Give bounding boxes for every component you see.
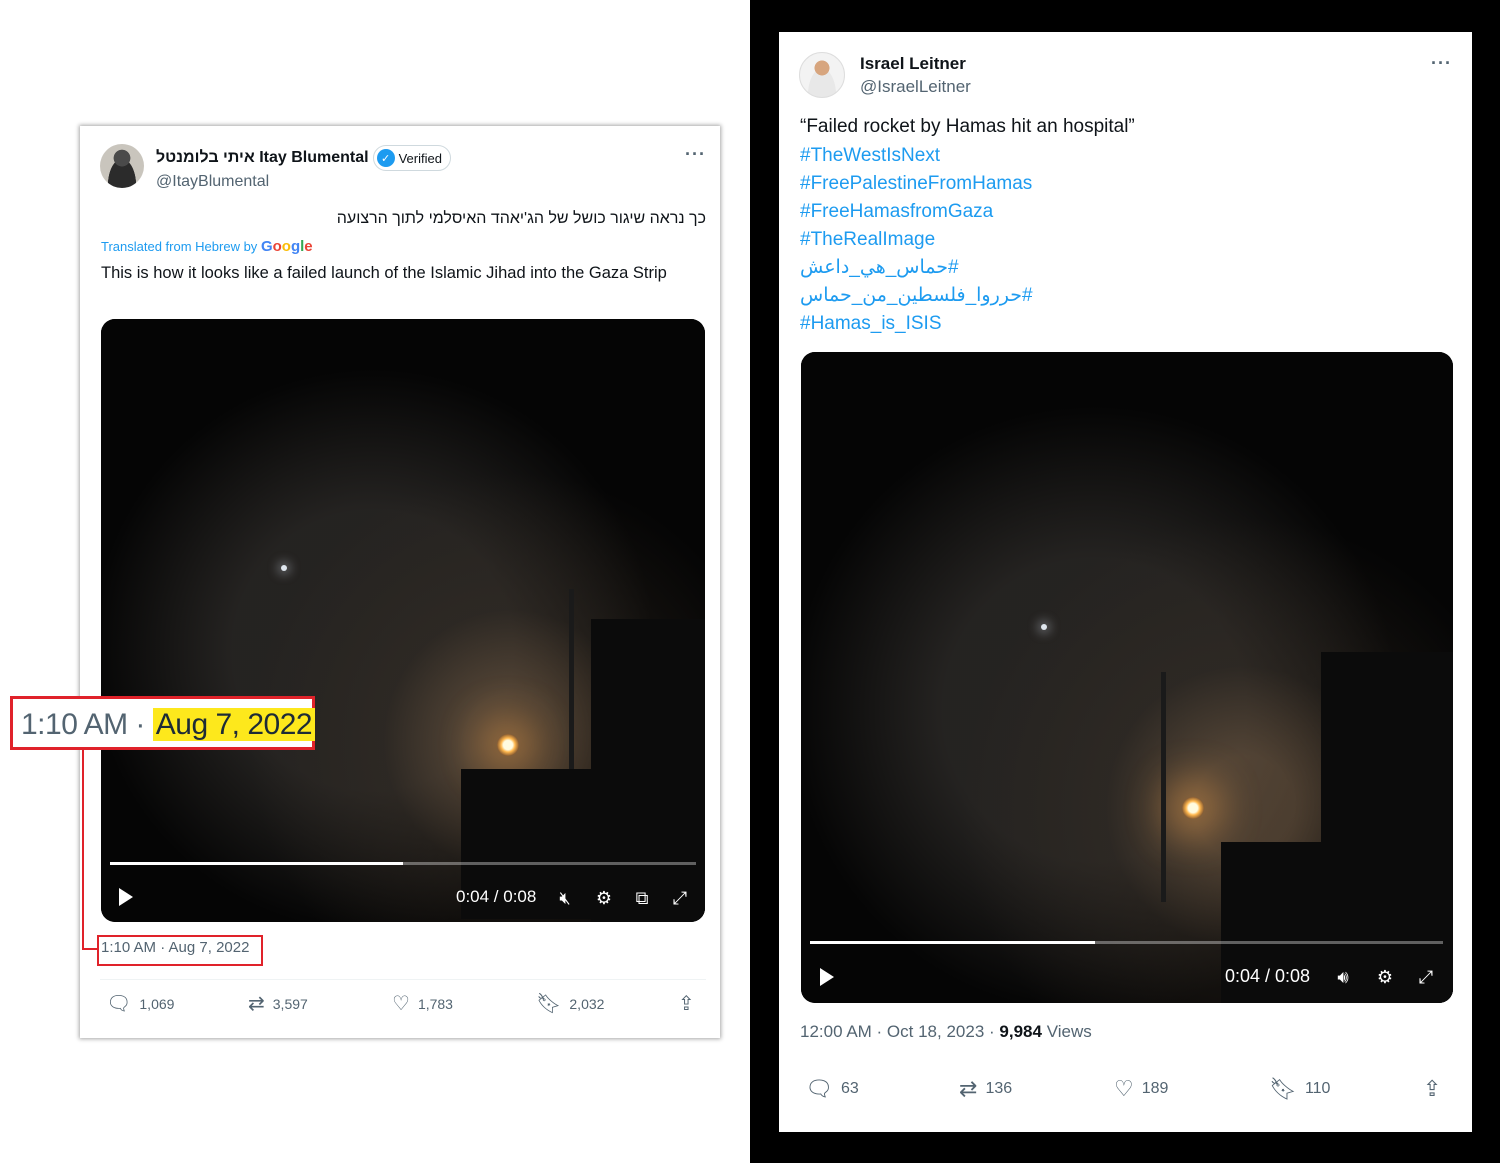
views-label: Views	[1046, 1022, 1092, 1041]
avatar[interactable]	[799, 52, 845, 98]
more-icon[interactable]: ···	[685, 144, 706, 165]
author-handle[interactable]: @ItayBlumental	[156, 173, 269, 191]
video-progress-fill	[810, 941, 1095, 944]
more-icon[interactable]: ···	[1431, 53, 1452, 74]
translation-attribution[interactable]: Translated from Hebrew by Google	[101, 238, 313, 255]
reply-icon: 🗨︎	[805, 1076, 833, 1101]
reply-icon: 🗨︎	[106, 993, 132, 1015]
tweet-timestamp[interactable]: 12:00 AM · Oct 18, 2023 ·	[800, 1022, 995, 1041]
pip-icon[interactable]: ⧉	[631, 888, 653, 908]
callout-time: 1:10 AM ·	[21, 708, 145, 741]
play-icon[interactable]	[119, 888, 133, 906]
play-icon[interactable]	[820, 968, 834, 986]
share-icon: ⇪	[678, 993, 695, 1015]
like-icon: ♡	[392, 993, 410, 1015]
video-progress-bar[interactable]	[810, 941, 1443, 944]
google-logo: Google	[260, 238, 313, 255]
video-flare	[1182, 797, 1204, 819]
author-name[interactable]: איתי בלומנטל Itay Blumental	[156, 149, 369, 167]
author-row: איתי בלומנטל Itay Blumental ✓ Verified	[156, 145, 451, 171]
video-player[interactable]: 0:04 / 0:08 🔊︎ ⚙︎ ⤢	[801, 352, 1453, 1003]
repost-button[interactable]: ⇄ 136	[959, 1076, 1013, 1101]
bookmark-button[interactable]: 🔖︎ 110	[1269, 1076, 1331, 1101]
bookmark-count: 2,032	[569, 996, 605, 1012]
timestamp-callout: 1:10 AM · Aug 7, 2022	[10, 696, 316, 750]
share-icon: ⇪	[1423, 1076, 1442, 1101]
video-progress-bar[interactable]	[110, 862, 696, 865]
reply-button[interactable]: 🗨︎ 1,069	[106, 994, 174, 1014]
fullscreen-icon[interactable]: ⤢	[669, 888, 691, 908]
hashtag-link[interactable]: #حرروا_فلسطين_من_حماس	[800, 282, 1033, 310]
share-button[interactable]: ⇪	[678, 994, 695, 1014]
hashtag-link[interactable]: #TheRealImage	[800, 226, 1033, 254]
video-building-dark	[1321, 652, 1453, 1003]
like-count: 1,783	[417, 996, 453, 1012]
hashtag-link[interactable]: #Hamas_is_ISIS	[800, 310, 1033, 338]
bookmark-count: 110	[1304, 1080, 1331, 1097]
divider	[100, 979, 706, 980]
repost-button[interactable]: ⇄ 3,597	[248, 994, 308, 1014]
author-name[interactable]: Israel Leitner	[860, 54, 966, 74]
hashtag-link[interactable]: #FreeHamasfromGaza	[800, 198, 1033, 226]
video-building-dark	[591, 619, 705, 922]
repost-icon: ⇄	[248, 993, 265, 1015]
translated-prefix: Translated from Hebrew by	[101, 239, 258, 254]
reply-count: 63	[840, 1080, 859, 1097]
verified-label: Verified	[398, 150, 442, 166]
bookmark-icon: 🔖︎	[536, 993, 562, 1015]
right-tweet-card: Israel Leitner @IsraelLeitner ··· “Faile…	[779, 32, 1472, 1132]
like-button[interactable]: ♡ 189	[1114, 1076, 1169, 1101]
avatar[interactable]	[100, 144, 144, 188]
repost-count: 3,597	[272, 996, 308, 1012]
callout-connector-tail	[82, 948, 99, 950]
tweet-meta: 12:00 AM · Oct 18, 2023 · 9,984 Views	[800, 1022, 1092, 1042]
hashtag-link[interactable]: #TheWestIsNext	[800, 142, 1033, 170]
reply-button[interactable]: 🗨︎ 63	[805, 1076, 859, 1101]
tweet-text-original: כך נראה שיגור כושל של הג'יאהד האיסלמי לת…	[336, 210, 706, 227]
author-row: Israel Leitner	[860, 54, 966, 74]
volume-icon[interactable]: 🔊︎	[1332, 967, 1354, 987]
callout-date-highlight: Aug 7, 2022	[152, 708, 316, 741]
video-light-spot	[281, 565, 287, 571]
fullscreen-icon[interactable]: ⤢	[1415, 967, 1437, 987]
like-count: 189	[1141, 1080, 1169, 1097]
video-pole	[1161, 672, 1166, 902]
settings-icon[interactable]: ⚙︎	[1374, 967, 1396, 987]
repost-icon: ⇄	[959, 1076, 978, 1101]
verified-badge[interactable]: ✓ Verified	[372, 145, 451, 171]
volume-icon[interactable]: 🔇︎	[554, 888, 576, 908]
bookmark-button[interactable]: 🔖︎ 2,032	[536, 994, 604, 1014]
hashtag-link[interactable]: #FreePalestineFromHamas	[800, 170, 1033, 198]
author-handle[interactable]: @IsraelLeitner	[860, 77, 971, 97]
tweet-text: “Failed rocket by Hamas hit an hospital”	[800, 116, 1135, 137]
share-button[interactable]: ⇪	[1423, 1076, 1442, 1101]
timestamp-annotation-box	[97, 935, 263, 966]
video-player[interactable]: 0:04 / 0:08 🔇︎ ⚙︎ ⧉ ⤢	[101, 319, 705, 922]
video-light-spot	[1041, 624, 1047, 630]
settings-icon[interactable]: ⚙︎	[593, 888, 615, 908]
views-count: 9,984	[999, 1022, 1042, 1041]
repost-count: 136	[985, 1080, 1013, 1097]
hashtag-list: #TheWestIsNext #FreePalestineFromHamas #…	[800, 142, 1033, 338]
tweet-text-translation: This is how it looks like a failed launc…	[101, 264, 667, 282]
left-tweet-card: איתי בלומנטל Itay Blumental ✓ Verified @…	[80, 126, 720, 1038]
video-time: 0:04 / 0:08	[456, 887, 537, 906]
video-progress-fill	[110, 862, 403, 865]
callout-connector	[82, 750, 84, 950]
callout-text: 1:10 AM · Aug 7, 2022	[21, 708, 316, 742]
reply-count: 1,069	[139, 996, 175, 1012]
video-flare	[497, 734, 519, 756]
verified-check-icon: ✓	[376, 149, 395, 167]
like-button[interactable]: ♡ 1,783	[392, 994, 453, 1014]
video-time: 0:04 / 0:08	[1225, 966, 1311, 986]
hashtag-link[interactable]: #حماس_هي_داعش	[800, 254, 1033, 282]
like-icon: ♡	[1114, 1076, 1134, 1101]
bookmark-icon: 🔖︎	[1269, 1076, 1297, 1101]
